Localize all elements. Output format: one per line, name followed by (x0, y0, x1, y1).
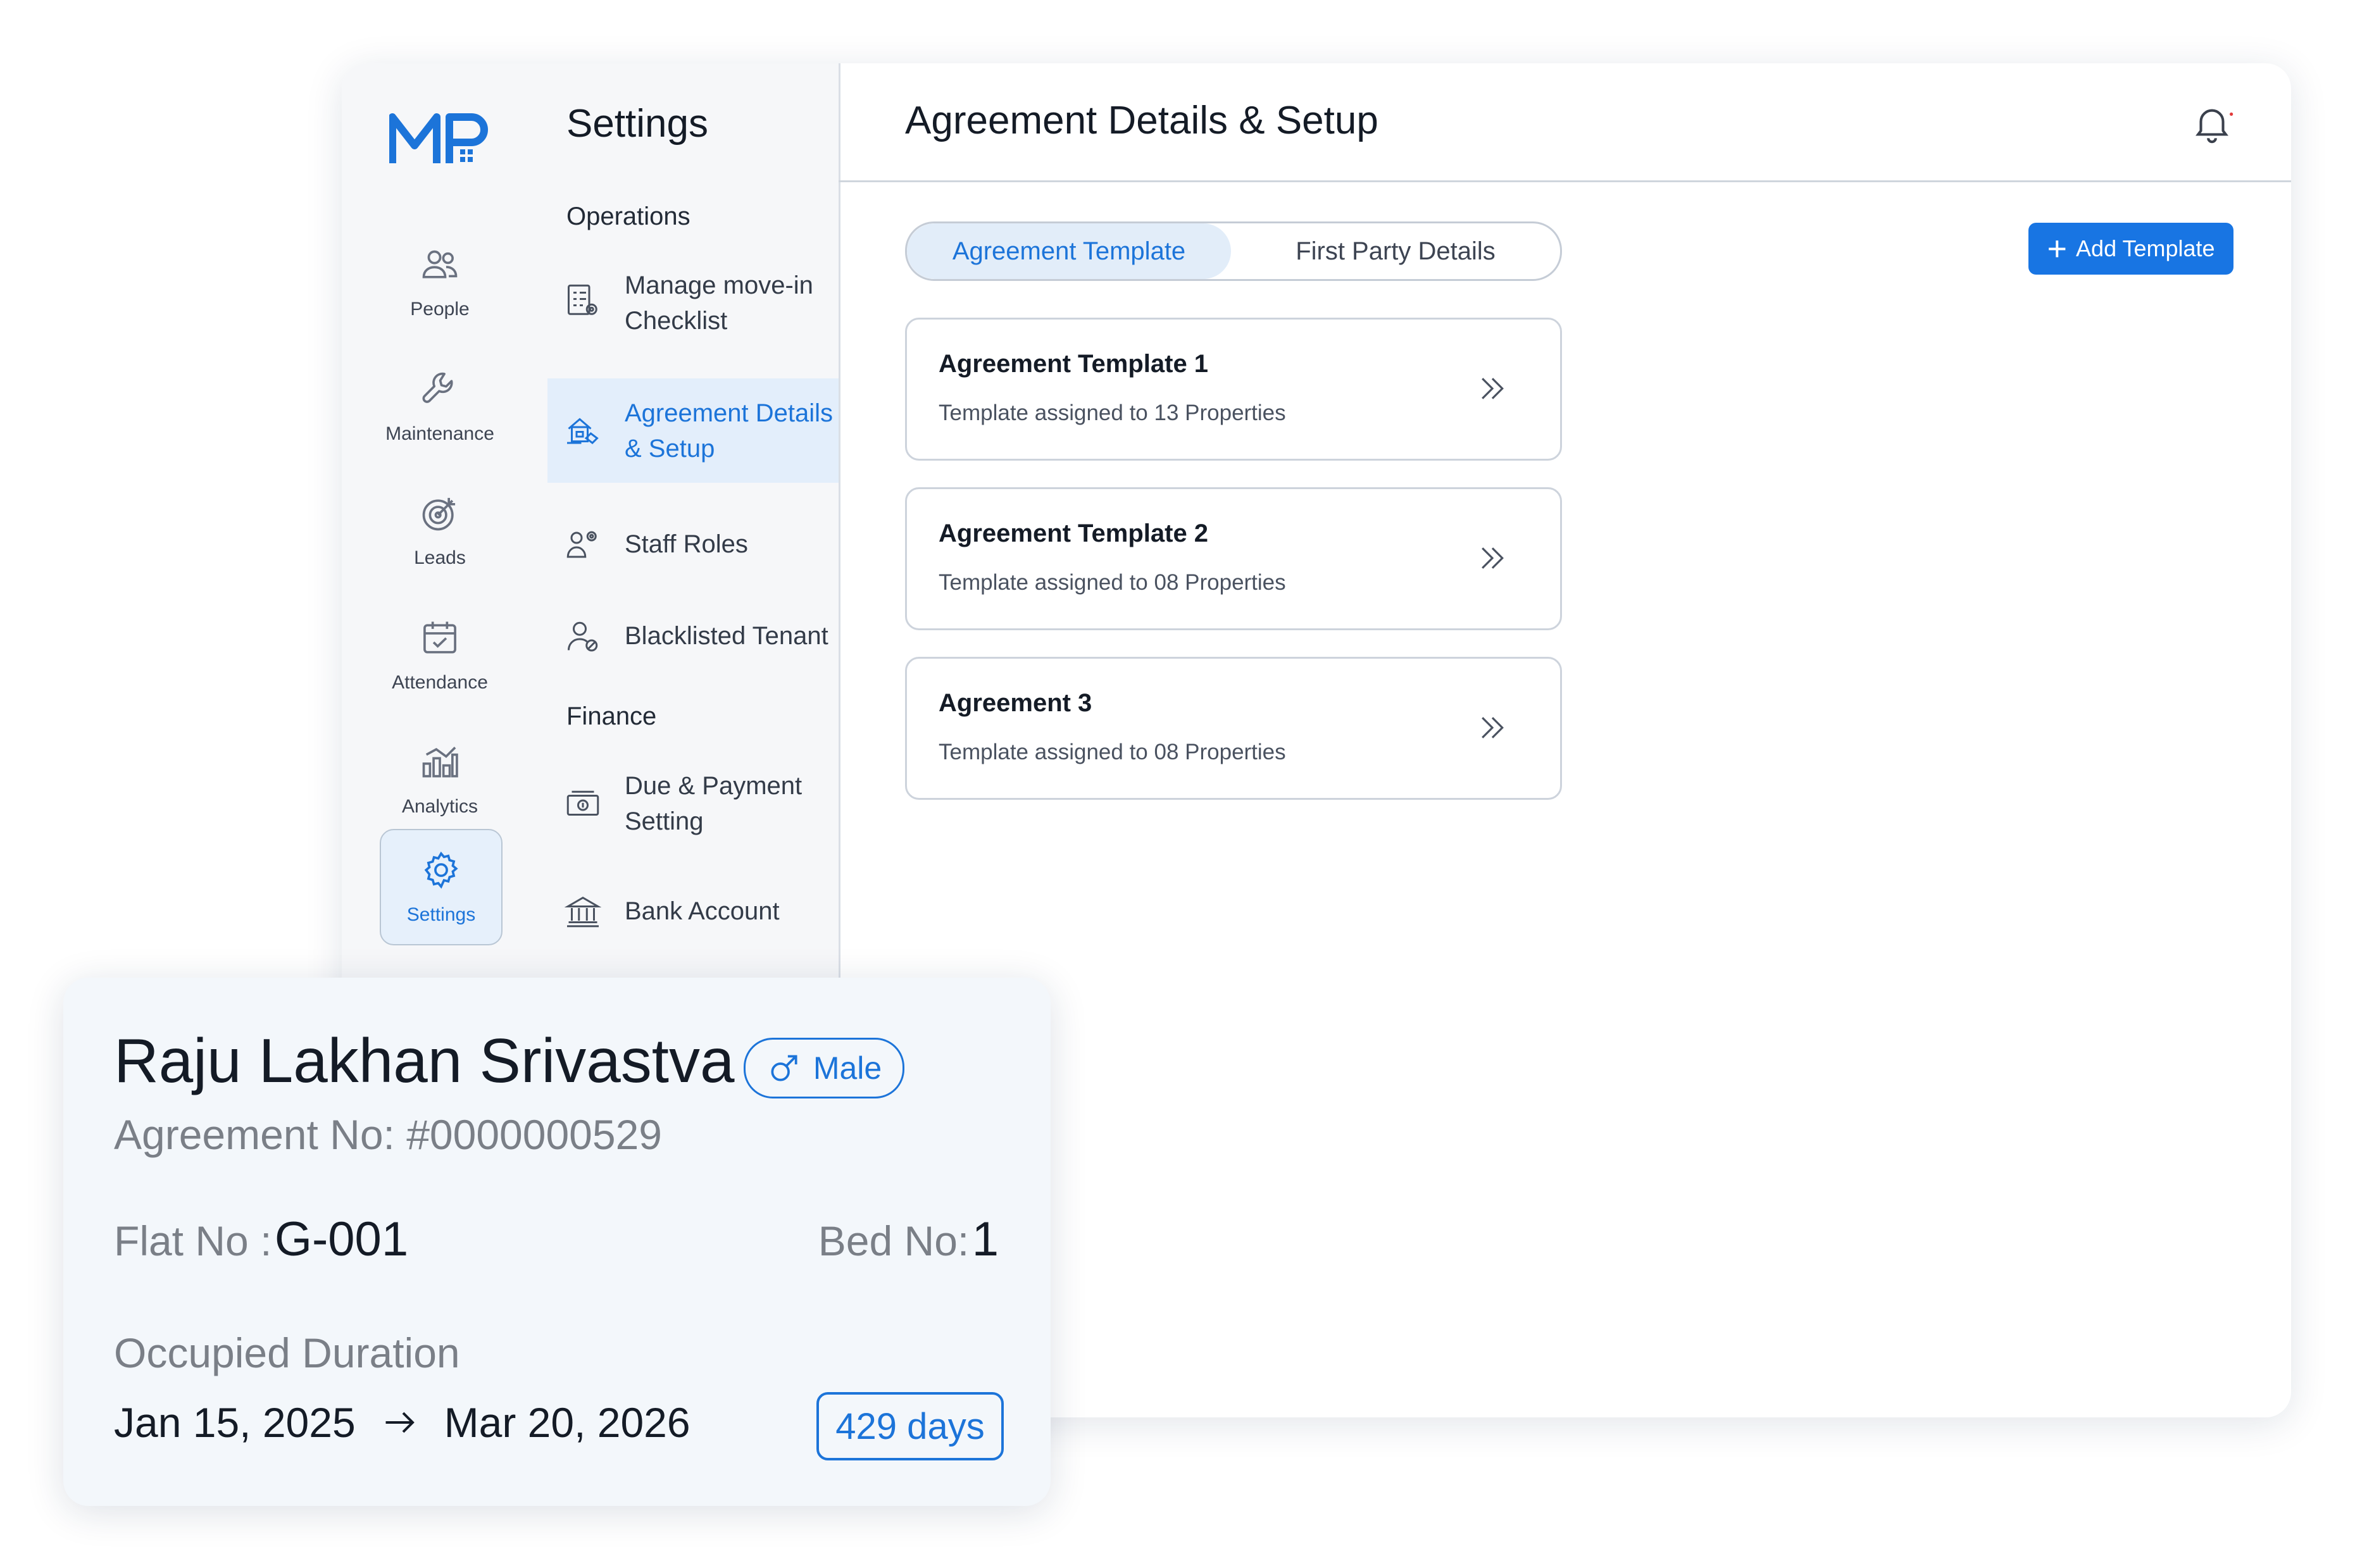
plus-icon: + (2047, 230, 2068, 268)
arrow-right-icon (385, 1412, 415, 1433)
menu-item-staff-roles-label: Staff Roles (625, 530, 748, 558)
bank-icon (564, 897, 602, 928)
nav-attendance-label: Attendance (392, 672, 488, 693)
start-date: Jan 15, 2025 (114, 1399, 356, 1446)
nav-people[interactable]: People (380, 225, 500, 339)
nav-analytics-label: Analytics (401, 796, 478, 817)
blacklisted-user-icon (568, 621, 598, 652)
flat-number: Flat No : G-001 (114, 1212, 408, 1267)
staff-roles-icon (566, 531, 597, 558)
nav-leads-label: Leads (414, 547, 466, 568)
tab-agreement-template[interactable]: Agreement Template (907, 223, 1231, 279)
template-subtitle: Template assigned to 13 Properties (939, 401, 1286, 425)
menu-item-bank-account-label: Bank Account (625, 897, 780, 925)
nav-settings[interactable]: Settings (380, 829, 503, 945)
occupied-dates: Jan 15, 2025 Mar 20, 2026 (114, 1398, 690, 1447)
flat-value: G-001 (274, 1212, 409, 1266)
template-title: Agreement 3 (939, 689, 1092, 717)
menu-item-bank-account[interactable]: Bank Account (547, 880, 839, 943)
gear-icon (424, 851, 458, 889)
notification-dot (2230, 112, 2233, 116)
tenant-name: Raju Lakhan Srivastva (114, 1026, 735, 1095)
menu-item-agreement-label: Agreement Details & Setup (625, 399, 834, 463)
template-card[interactable]: Agreement 3 Template assigned to 08 Prop… (905, 657, 1562, 800)
menu-item-blacklisted-label: Blacklisted Tenant (625, 622, 828, 650)
nav-settings-label: Settings (406, 904, 476, 925)
template-title: Agreement Template 1 (939, 350, 1209, 378)
template-card[interactable]: Agreement Template 1 Template assigned t… (905, 318, 1562, 461)
wrench-icon (422, 372, 453, 403)
add-template-button[interactable]: + Add Template (2028, 223, 2233, 275)
section-operations: Operations (566, 202, 690, 230)
template-tabs: Agreement Template First Party Details (905, 221, 1562, 281)
gender-badge: Male (744, 1038, 904, 1098)
male-icon (771, 1055, 797, 1081)
nav-maintenance[interactable]: Maintenance (380, 349, 500, 463)
occupied-duration-label: Occupied Duration (114, 1329, 460, 1376)
checklist-icon (568, 284, 597, 315)
add-template-label: Add Template (2076, 235, 2215, 261)
nav-leads[interactable]: Leads (380, 473, 500, 587)
menu-item-agreement[interactable]: Agreement Details & Setup (547, 378, 839, 483)
settings-title: Settings (566, 102, 709, 146)
days-badge: 429 days (816, 1392, 1004, 1460)
tab-first-party-details[interactable]: First Party Details (1231, 223, 1560, 279)
mp-logo (389, 113, 488, 163)
bed-label: Bed No: (818, 1217, 970, 1264)
nav-analytics[interactable]: Analytics (380, 722, 500, 836)
bed-number: Bed No: 1 (818, 1212, 999, 1267)
tenant-card: Raju Lakhan Srivastva Male Agreement No:… (63, 978, 1051, 1506)
agreement-number: Agreement No: #0000000529 (114, 1111, 662, 1158)
double-chevron-right-icon (1482, 547, 1504, 569)
flat-label: Flat No : (114, 1217, 272, 1264)
double-chevron-right-icon (1482, 717, 1504, 738)
template-subtitle: Template assigned to 08 Properties (939, 740, 1286, 764)
page-title: Agreement Details & Setup (905, 99, 1378, 142)
menu-item-due-payment[interactable]: Due & Payment Setting (547, 759, 839, 848)
cash-icon (566, 790, 599, 816)
template-subtitle: Template assigned to 08 Properties (939, 570, 1286, 595)
menu-item-due-payment-label: Due & Payment Setting (625, 772, 803, 835)
template-card[interactable]: Agreement Template 2 Template assigned t… (905, 487, 1562, 630)
calendar-check-icon (423, 621, 456, 654)
nav-attendance[interactable]: Attendance (380, 598, 500, 712)
target-icon (422, 497, 456, 531)
people-icon (422, 250, 458, 278)
bed-value: 1 (971, 1212, 999, 1266)
end-date: Mar 20, 2026 (444, 1399, 690, 1446)
nav-people-label: People (410, 299, 470, 320)
double-chevron-right-icon (1482, 378, 1504, 399)
page-header: Agreement Details & Setup (839, 63, 2291, 182)
gender-label: Male (813, 1050, 882, 1086)
bell-icon[interactable] (2190, 101, 2234, 146)
agreement-icon (567, 418, 599, 444)
nav-maintenance-label: Maintenance (385, 423, 494, 444)
menu-item-blacklisted[interactable]: Blacklisted Tenant (547, 604, 839, 668)
analytics-icon (422, 747, 458, 778)
menu-item-checklist-label: Manage move-in Checklist (625, 271, 813, 335)
menu-item-checklist[interactable]: Manage move-in Checklist (547, 259, 839, 342)
menu-item-staff-roles[interactable]: Staff Roles (547, 513, 839, 576)
section-finance: Finance (566, 702, 657, 730)
template-title: Agreement Template 2 (939, 520, 1209, 547)
